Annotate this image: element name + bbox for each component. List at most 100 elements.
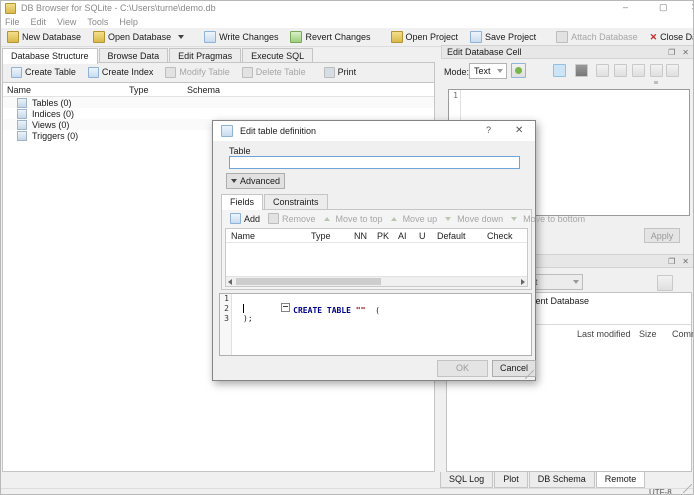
close-panel-icon[interactable]: ✕ [682,48,689,57]
main-tab-bar: Database Structure Browse Data Edit Pragma… [2,48,435,64]
ok-button: OK [437,360,488,377]
remote-refresh-icon[interactable] [657,275,673,291]
tab-plot[interactable]: Plot [494,472,528,488]
mode-select[interactable]: Text [469,63,507,79]
col-ai[interactable]: AI [398,231,407,241]
fields-hscrollbar[interactable] [226,276,527,286]
new-database-button[interactable]: New Database [1,29,87,46]
scroll-right-icon[interactable] [521,279,525,285]
sql-line-number: 3 [224,314,229,323]
revert-changes-button[interactable]: Revert Changes [284,29,376,46]
maximize-button[interactable]: ▢ [659,2,668,13]
import-icon[interactable] [596,64,609,77]
write-changes-button[interactable]: Write Changes [198,29,284,46]
close-panel-icon[interactable]: ✕ [682,257,689,266]
attach-database-button: Attach Database [550,29,644,46]
add-field-button[interactable]: Add [226,210,264,227]
open-database-dropdown-icon[interactable] [178,35,185,39]
col-name[interactable]: Name [231,231,255,241]
remote-col-size[interactable]: Size [639,329,657,339]
sql-preview-editor[interactable]: 1 2 3 CREATE TABLE "" ( ); [219,293,532,356]
menu-tools[interactable]: Tools [87,17,108,27]
app-window: DB Browser for SQLite - C:\Users\turne\d… [0,0,694,495]
text-mode-icon[interactable] [553,64,566,77]
dialog-resize-grip[interactable] [525,370,534,379]
col-u[interactable]: U [419,231,426,241]
create-index-icon [87,66,99,78]
dialog-help-button[interactable]: ? [486,125,491,135]
dialog-close-button[interactable]: ✕ [515,125,523,136]
indices-folder-icon [17,108,27,119]
close-database-button[interactable]: ✕ Close Database [644,29,693,46]
sql-keyword: CREATE TABLE [293,306,351,315]
tab-db-schema[interactable]: DB Schema [528,472,595,488]
move-to-bottom-icon [511,216,518,221]
dialog-tab-bar: Fields Constraints [221,194,329,210]
code-fold-icon[interactable] [281,303,291,312]
close-database-icon: ✕ [649,31,658,42]
col-pk[interactable]: PK [377,231,389,241]
fields-table[interactable]: Name Type NN PK AI U Default Check [225,228,528,287]
col-type[interactable]: Type [311,231,331,241]
fields-actions: Add Remove Move to top Move up Move down [222,210,585,227]
col-check[interactable]: Check [487,231,513,241]
move-up-label: Move up [402,213,438,224]
set-null-icon[interactable] [632,64,645,77]
advanced-button[interactable]: Advanced [226,173,285,189]
revert-changes-label: Revert Changes [305,32,371,42]
scrollbar-thumb[interactable] [236,278,381,285]
minimize-button[interactable]: – [623,2,628,12]
tree-col-name[interactable]: Name [7,85,31,95]
open-project-label: Open Project [405,32,459,42]
tab-sql-log[interactable]: SQL Log [440,472,494,488]
table-name-input[interactable] [229,156,520,169]
tab-database-structure[interactable]: Database Structure [2,48,98,64]
menu-file[interactable]: File [5,17,20,27]
dock-tab-bar: SQL Log Plot DB Schema Remote [440,472,646,488]
window-resize-grip[interactable] [683,484,692,493]
tab-remote[interactable]: Remote [595,472,646,488]
create-table-icon [11,66,22,78]
mode-label: Mode: [444,67,470,77]
tree-item-indices[interactable]: Indices (0) [3,108,434,119]
tree-col-type[interactable]: Type [129,85,149,95]
create-table-button[interactable]: Create Table [5,64,82,81]
fields-frame: Add Remove Move to top Move up Move down [221,209,585,290]
structure-toolbar: Create Table Create Index Modify Table D… [3,63,434,81]
export-icon[interactable] [614,64,627,77]
tree-col-schema[interactable]: Schema [187,85,220,95]
remote-col-commit[interactable]: Commit [672,329,693,339]
menu-help[interactable]: Help [119,17,138,27]
tab-constraints[interactable]: Constraints [264,194,328,210]
encoding-select[interactable]: UTF-8 [649,488,672,494]
create-index-button[interactable]: Create Index [82,64,160,81]
menu-view[interactable]: View [57,17,76,27]
float-panel-icon[interactable]: ❐ [668,257,675,266]
remove-field-icon [268,213,280,224]
print-cell-icon[interactable] [666,64,679,77]
dialog-title-bar[interactable]: Edit table definition ? ✕ [213,121,535,141]
new-database-icon [7,31,19,43]
print-label: Print [337,67,357,77]
save-project-button[interactable]: Save Project [464,29,542,46]
auto-apply-button[interactable] [511,63,526,78]
attach-database-label: Attach Database [571,32,638,42]
open-project-button[interactable]: Open Project [385,29,465,46]
fullscreen-icon[interactable] [650,64,663,77]
remote-col-last-modified[interactable]: Last modified [577,329,631,339]
edit-cell-panel-title: Edit Database Cell [447,47,522,57]
menu-edit[interactable]: Edit [31,17,47,27]
col-nn[interactable]: NN [354,231,367,241]
binary-mode-icon[interactable] [575,64,588,77]
tree-item-tables[interactable]: Tables (0) [3,97,434,108]
print-button[interactable]: Print [318,64,363,81]
open-database-button[interactable]: Open Database [87,29,190,46]
col-default[interactable]: Default [437,231,466,241]
float-panel-icon[interactable]: ❐ [668,48,675,57]
scroll-left-icon[interactable] [228,279,232,285]
tree-item-label: Views (0) [32,119,70,130]
tab-fields[interactable]: Fields [221,194,264,210]
delete-table-label: Delete Table [255,67,306,77]
identity-select-arrow-icon [573,280,579,284]
word-wrap-icon[interactable] [654,81,658,84]
